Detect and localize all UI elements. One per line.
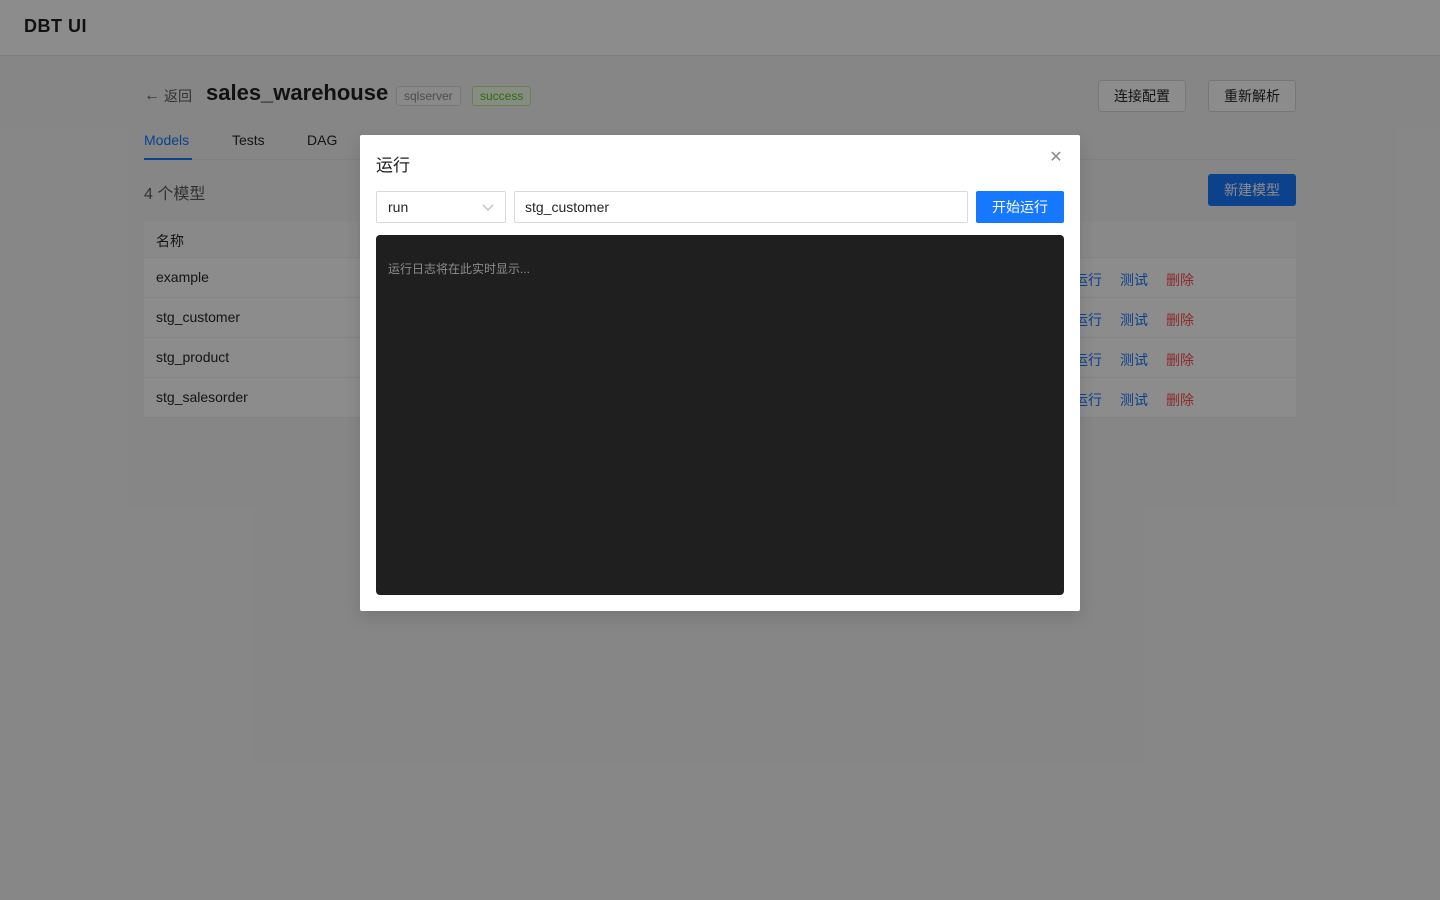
run-modal: 运行 ✕ run 开始运行 运行日志将在此实时显示... [360,135,1080,611]
log-placeholder: 运行日志将在此实时显示... [388,262,531,276]
command-select[interactable]: run [376,191,506,223]
command-select-value: run [388,199,409,215]
target-input[interactable] [514,191,968,223]
log-output: 运行日志将在此实时显示... [376,235,1064,595]
modal-title: 运行 [376,156,410,175]
start-run-button[interactable]: 开始运行 [976,191,1064,223]
chevron-down-icon [482,204,494,211]
close-icon[interactable]: ✕ [1046,149,1066,169]
